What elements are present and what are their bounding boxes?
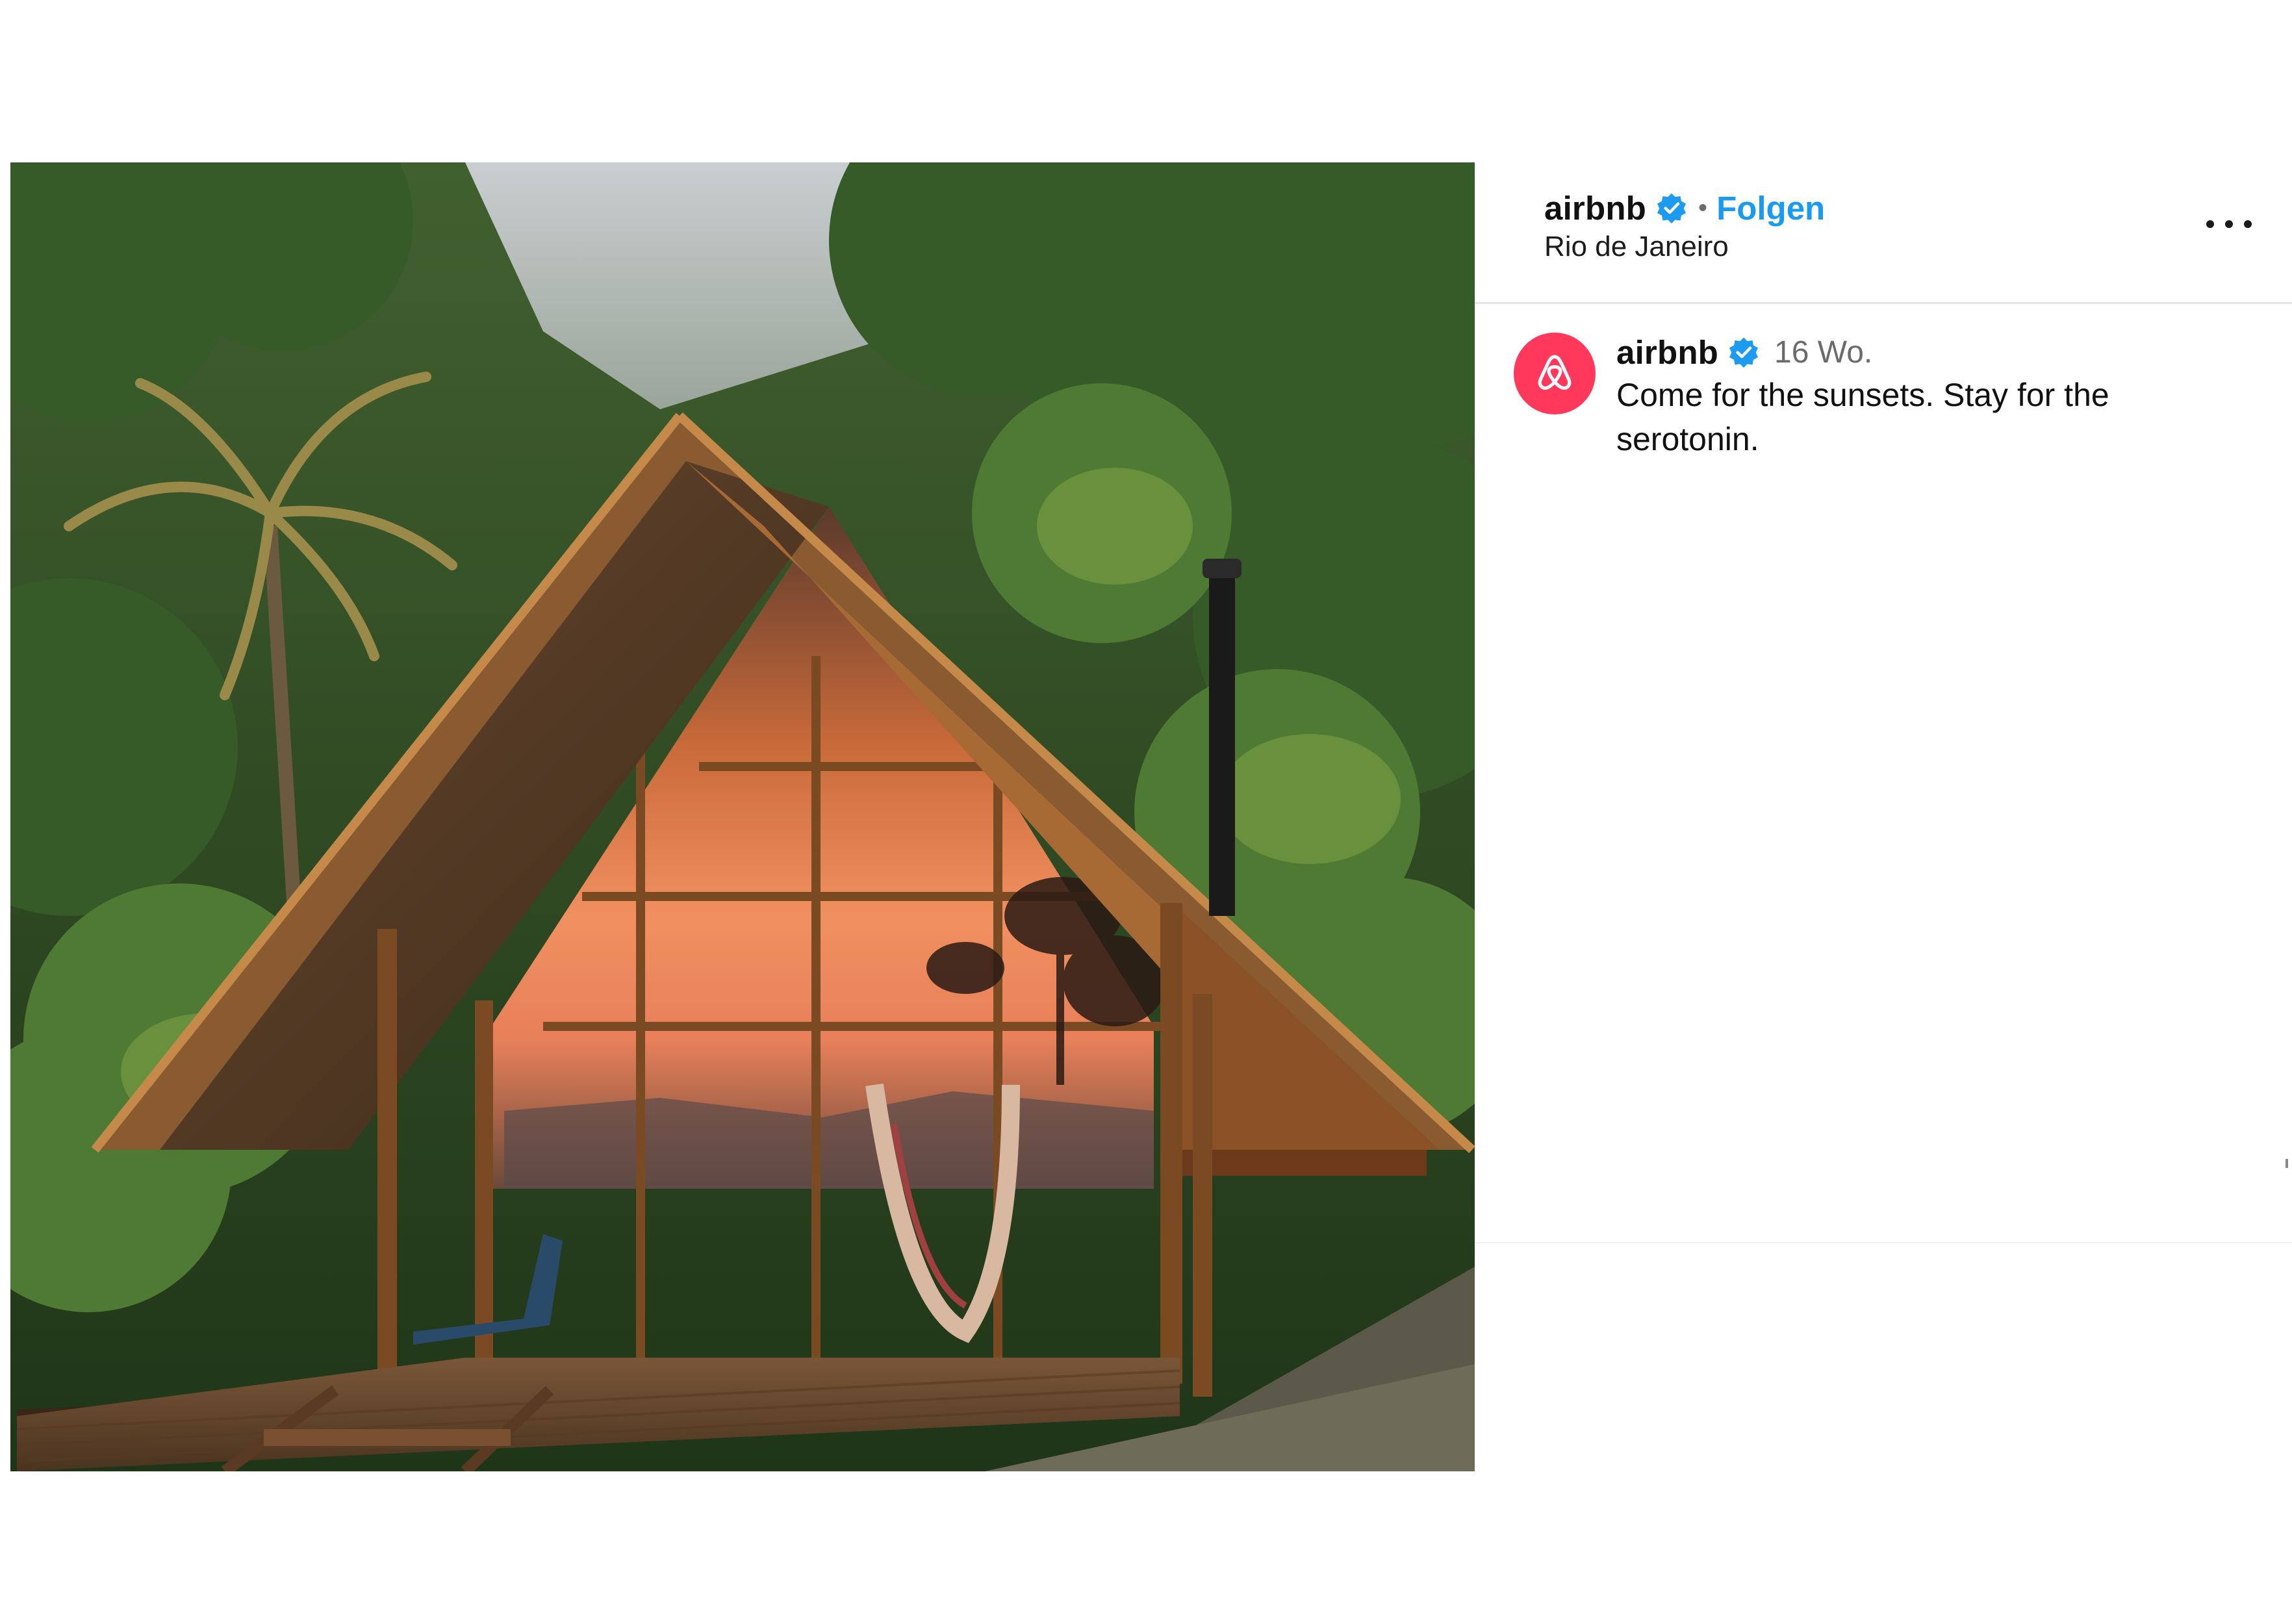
post-sidebar: airbnb • Folgen Rio de Janeiro airbnb 16… [1475, 162, 2292, 1241]
airbnb-logo-icon [1538, 355, 1572, 390]
verified-badge-icon [1657, 193, 1687, 223]
comment-meta: airbnb 16 Wo. [1616, 333, 2240, 372]
comment-body: airbnb 16 Wo. Come for the sunsets. Stay… [1616, 333, 2240, 461]
avatar[interactable] [1514, 333, 1596, 414]
post-header-row: airbnb • Folgen [1544, 188, 1825, 227]
more-options-icon[interactable] [2206, 214, 2252, 234]
post-location[interactable]: Rio de Janeiro [1544, 231, 1729, 263]
account-username[interactable]: airbnb [1544, 189, 1646, 227]
panel-divider [1475, 1242, 2292, 1243]
more-dot [2244, 220, 2252, 228]
scroll-edge-mark [2286, 1159, 2288, 1168]
more-dot [2206, 220, 2214, 228]
caption-text: Come for the sunsets. Stay for the serot… [1616, 377, 2109, 457]
verified-badge-icon [1729, 337, 1759, 368]
comment-username[interactable]: airbnb [1616, 333, 1718, 372]
comment-timestamp[interactable]: 16 Wo. [1774, 335, 1872, 370]
separator-dot: • [1698, 194, 1708, 222]
post-header: airbnb • Folgen Rio de Janeiro [1475, 162, 2292, 304]
post-image[interactable] [10, 162, 1475, 1471]
cabin-photo [10, 162, 1475, 1471]
follow-button[interactable]: Folgen [1716, 189, 1825, 227]
more-dot [2225, 220, 2233, 228]
